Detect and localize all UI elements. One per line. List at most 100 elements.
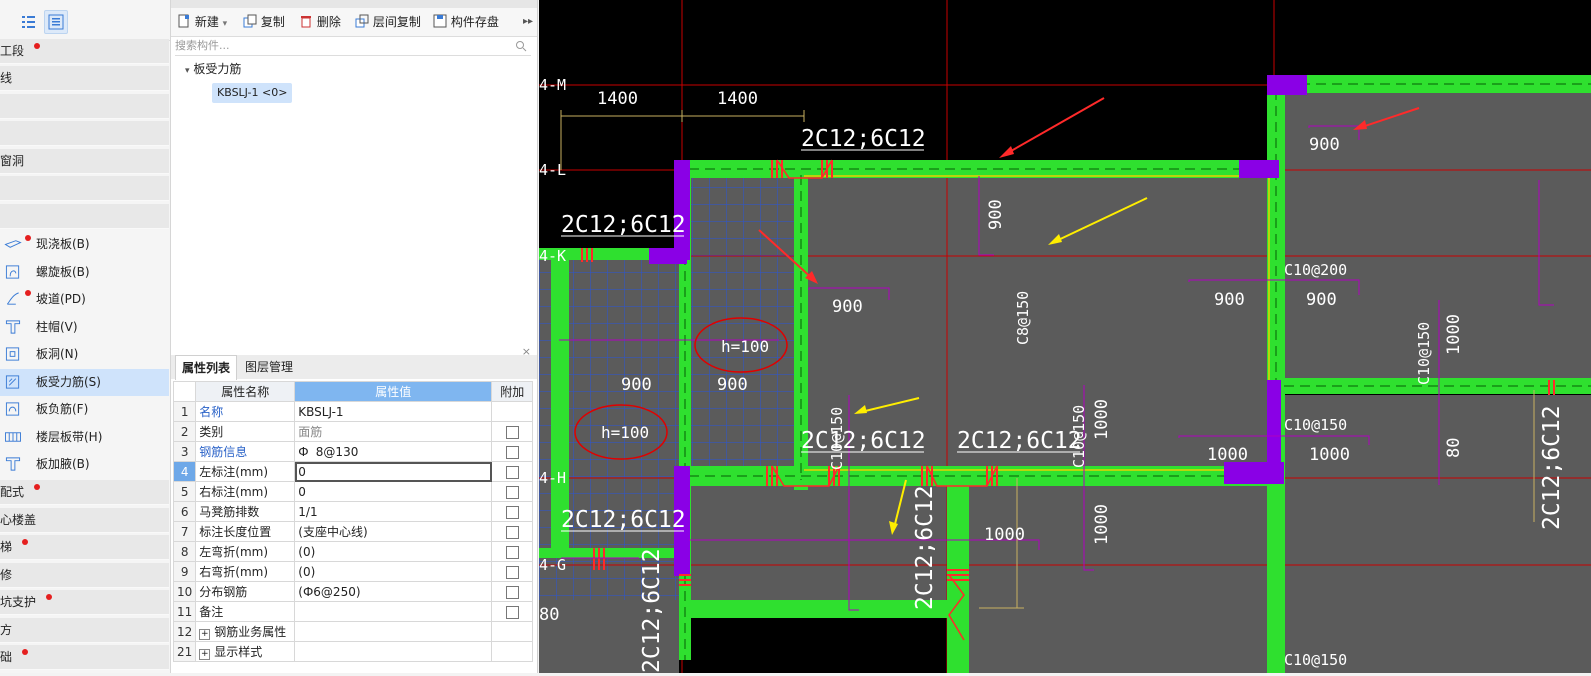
slab-region-bottom-left[interactable] [689, 485, 949, 605]
nav-category-5[interactable]: 土方 [0, 618, 169, 643]
property-name: +钢筋业务属性 [196, 622, 295, 642]
collapse-triangle-icon[interactable]: ▾ [185, 66, 190, 76]
nav-item-column-cap[interactable]: 柱帽(V) [0, 314, 169, 341]
new-button[interactable]: 新建 ▾ [177, 14, 227, 30]
property-name: 分布钢筋 [196, 582, 295, 602]
property-value[interactable]: 1/1 [295, 502, 492, 522]
floor-copy-button[interactable]: 层间复制 [355, 14, 421, 30]
nav-category-4[interactable]: 基坑支护 [0, 590, 169, 615]
detail-list-button[interactable] [44, 10, 68, 34]
extra-checkbox[interactable] [506, 466, 519, 479]
property-value[interactable]: (0) [295, 562, 492, 582]
property-value[interactable]: KBSLJ-1 [295, 402, 492, 422]
nav-category-0[interactable]: 施工段 [0, 39, 169, 64]
property-value[interactable]: (Ф6@250) [295, 582, 492, 602]
extra-checkbox[interactable] [506, 446, 519, 459]
save-component-button[interactable]: 构件存盘 [433, 14, 499, 30]
extra-checkbox[interactable] [506, 546, 519, 559]
row-number: 9 [174, 562, 196, 582]
extra-checkbox[interactable] [506, 526, 519, 539]
extra-checkbox[interactable] [506, 586, 519, 599]
property-row[interactable]: 8左弯折(mm)(0) [174, 542, 533, 562]
axis-label: 4-M [539, 76, 566, 94]
property-panel: × 属性列表 图层管理 属性名称 属性值 附加 1名称KBSLJ-12类别面筋3… [171, 345, 538, 673]
extra-checkbox[interactable] [506, 426, 519, 439]
expand-icon[interactable]: + [199, 649, 210, 660]
nav-category-1[interactable]: 空心楼盖 [0, 508, 169, 533]
property-row[interactable]: 7标注长度位置(支座中心线) [174, 522, 533, 542]
tab-property-list[interactable]: 属性列表 [175, 355, 237, 380]
tree-group-slab-rebar[interactable]: ▾ 板受力筋 [185, 61, 241, 79]
nav-category-3[interactable]: 墙 [0, 121, 169, 146]
nav-item-slab-rebar[interactable]: 板受力筋(S) [0, 369, 169, 396]
tree-item-selected[interactable]: KBSLJ-1 <0> [212, 83, 292, 103]
expand-icon[interactable]: + [199, 629, 210, 640]
nav-category-2[interactable]: 柱 [0, 94, 169, 119]
property-row[interactable]: 9右弯折(mm)(0) [174, 562, 533, 582]
property-row[interactable]: 11备注 [174, 602, 533, 622]
dropdown-caret-icon[interactable]: ▾ [223, 19, 228, 29]
property-name-label: 备注 [199, 605, 223, 619]
toolbar-overflow-icon[interactable]: ▸▸ [523, 14, 533, 30]
nav-category-2[interactable]: 楼梯 [0, 535, 169, 560]
copy-button[interactable]: 复制 [243, 14, 285, 30]
nav-category-1[interactable]: 轴线 [0, 66, 169, 91]
row-number: 6 [174, 502, 196, 522]
property-row[interactable]: 10分布钢筋(Ф6@250) [174, 582, 533, 602]
property-name-label: 显示样式 [214, 645, 262, 659]
nav-item-slab-haunch[interactable]: 板加腋(B) [0, 451, 169, 478]
dimension-text: 1000 [984, 525, 1025, 545]
status-dot [25, 235, 31, 241]
property-row[interactable]: 21+显示样式 [174, 642, 533, 662]
property-value[interactable]: 0 [295, 482, 492, 502]
nav-item-ramp[interactable]: 坡道(PD) [0, 286, 169, 313]
property-name: 钢筋信息 [196, 442, 295, 462]
extra-checkbox[interactable] [506, 606, 519, 619]
property-value[interactable] [295, 622, 492, 642]
property-value[interactable]: (支座中心线) [295, 522, 492, 542]
cad-drawing-canvas[interactable]: 4-M4-L4-K4-H4-G1400140090090090090090090… [539, 0, 1591, 673]
property-value[interactable] [295, 642, 492, 662]
property-value[interactable] [295, 602, 492, 622]
nav-category-6[interactable]: 板 [0, 204, 169, 229]
property-row[interactable]: 6马凳筋排数1/1 [174, 502, 533, 522]
slab-thickness-label: h=100 [721, 337, 769, 356]
nav-category-5[interactable]: 梁 [0, 176, 169, 201]
property-name: 左标注(mm) [196, 462, 295, 482]
extra-checkbox[interactable] [506, 486, 519, 499]
nav-item-slab-band[interactable]: 楼层板带(H) [0, 424, 169, 451]
slab-region-bottom-center[interactable] [954, 485, 1274, 673]
extra-cell [492, 502, 533, 522]
nav-category-3[interactable]: 装修 [0, 563, 169, 588]
property-row[interactable]: 4左标注(mm)0 [174, 462, 533, 482]
property-value[interactable]: 面筋 [295, 422, 492, 442]
row-number: 1 [174, 402, 196, 422]
nav-item-negative-rebar[interactable]: 板负筋(F) [0, 396, 169, 423]
property-value[interactable]: (0) [295, 542, 492, 562]
extra-checkbox[interactable] [506, 566, 519, 579]
property-name: 右标注(mm) [196, 482, 295, 502]
property-value[interactable]: Ф 8@130 [295, 442, 492, 462]
row-number: 5 [174, 482, 196, 502]
nav-item-slab-hole[interactable]: 板洞(N) [0, 341, 169, 368]
nav-item-spiral-slab[interactable]: 螺旋板(B) [0, 259, 169, 286]
extra-checkbox[interactable] [506, 506, 519, 519]
nav-category-6[interactable]: 基础 [0, 645, 169, 670]
property-value[interactable]: 0 [295, 462, 492, 482]
tab-layer-management[interactable]: 图层管理 [239, 355, 299, 379]
property-row[interactable]: 12+钢筋业务属性 [174, 622, 533, 642]
property-row[interactable]: 3钢筋信息Ф 8@130 [174, 442, 533, 462]
tree-list-button[interactable] [16, 10, 40, 34]
nav-item-cast-slab[interactable]: 现浇板(B) [0, 231, 169, 258]
property-name-label: 名称 [199, 405, 223, 419]
delete-button[interactable]: 删除 [299, 14, 341, 30]
nav-item-label: 楼层板带(H) [36, 424, 102, 451]
nav-category-label: 基础 [0, 650, 12, 664]
nav-category-4[interactable]: 门窗洞 [0, 149, 169, 174]
slab-region-center-left[interactable] [689, 175, 799, 475]
property-row[interactable]: 5右标注(mm)0 [174, 482, 533, 502]
property-row[interactable]: 1名称 KBSLJ-1 [174, 402, 533, 422]
component-search-input[interactable]: 搜索构件... [175, 37, 531, 56]
property-row[interactable]: 2类别面筋 [174, 422, 533, 442]
nav-category-0[interactable]: 装配式 [0, 480, 169, 505]
